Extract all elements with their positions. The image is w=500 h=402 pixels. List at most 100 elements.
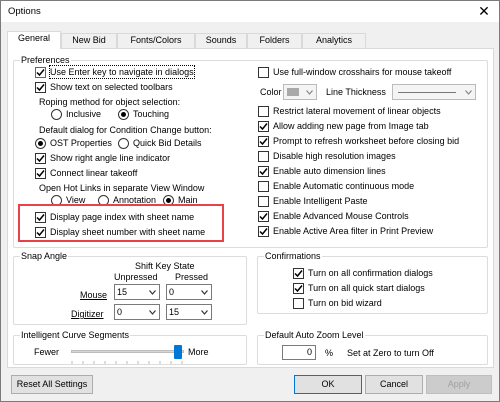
all-quick-start-checkbox[interactable] [293, 283, 304, 294]
display-sheet-number-label: Display sheet number with sheet name [50, 227, 206, 237]
bid-wizard-label: Turn on bid wizard [308, 298, 382, 308]
disable-high-res-label: Disable high resolution images [273, 151, 396, 161]
show-text-toolbars-checkbox[interactable] [35, 82, 46, 93]
allow-new-page-label: Allow adding new page from Image tab [273, 121, 429, 131]
roping-inclusive-radio[interactable] [51, 109, 62, 120]
tab-general[interactable]: General [7, 31, 61, 49]
general-panel: Preferences Use Enter key to navigate in… [7, 48, 494, 368]
restrict-lateral-checkbox[interactable] [258, 106, 269, 117]
auto-continuous-label: Enable Automatic continuous mode [273, 181, 415, 191]
cancel-label: Cancel [379, 379, 408, 389]
tab-analytics[interactable]: Analytics [302, 33, 366, 48]
connect-linear-label: Connect linear takeoff [50, 168, 138, 178]
slider-thumb[interactable] [174, 345, 182, 359]
roping-method-label: Roping method for object selection: [39, 97, 181, 107]
full-window-crosshairs-checkbox[interactable] [258, 67, 269, 78]
fewer-label: Fewer [34, 347, 60, 357]
bid-wizard-checkbox[interactable] [293, 298, 304, 309]
more-label: More [188, 347, 209, 357]
digitizer-pressed-select[interactable]: 15 [166, 304, 212, 320]
quick-bid-details-radio[interactable] [118, 138, 129, 149]
hot-links-label: Open Hot Links in separate View Window [39, 183, 205, 193]
display-page-index-label: Display page index with sheet name [50, 212, 195, 222]
chevron-down-icon [201, 310, 208, 315]
digitizer-label: Digitizer [71, 309, 104, 319]
tab-sounds[interactable]: Sounds [195, 33, 247, 48]
chevron-down-icon [201, 290, 208, 295]
cancel-button[interactable]: Cancel [365, 375, 423, 394]
display-page-index-checkbox[interactable] [35, 212, 46, 223]
allow-new-page-checkbox[interactable] [258, 121, 269, 132]
check-icon [36, 155, 45, 163]
ost-properties-label: OST Properties [50, 138, 112, 148]
prompt-refresh-checkbox[interactable] [258, 136, 269, 147]
title-bar: Options ✕ [1, 1, 499, 22]
mouse-unpressed-select[interactable]: 15 [114, 284, 160, 300]
check-icon [36, 84, 45, 92]
active-area-filter-checkbox[interactable] [258, 226, 269, 237]
reset-all-settings-button[interactable]: Reset All Settings [11, 375, 93, 394]
tab-new-bid[interactable]: New Bid [61, 33, 117, 48]
check-icon [36, 214, 45, 222]
prompt-refresh-label: Prompt to refresh worksheet before closi… [273, 136, 460, 146]
curve-slider[interactable] [71, 345, 184, 359]
condition-dialog-label: Default dialog for Condition Change butt… [39, 125, 212, 135]
ok-label: OK [321, 379, 335, 389]
slider-ticks [71, 361, 183, 364]
advanced-mouse-label: Enable Advanced Mouse Controls [273, 211, 409, 221]
advanced-mouse-checkbox[interactable] [258, 211, 269, 222]
line-thickness-dropdown[interactable] [392, 84, 476, 100]
tab-new-bid-label: New Bid [72, 35, 106, 45]
auto-zoom-label: Default Auto Zoom Level [264, 330, 365, 341]
mouse-pressed-select[interactable]: 0 [166, 284, 212, 300]
ost-properties-radio[interactable] [35, 138, 46, 149]
digitizer-pressed-value: 15 [169, 307, 180, 317]
full-window-crosshairs-label: Use full-window crosshairs for mouse tak… [273, 67, 452, 77]
close-button[interactable]: ✕ [469, 1, 499, 22]
show-right-angle-label: Show right angle line indicator [50, 153, 171, 163]
intelligent-paste-checkbox[interactable] [258, 196, 269, 207]
show-right-angle-checkbox[interactable] [35, 153, 46, 164]
tab-general-label: General [17, 33, 51, 43]
roping-inclusive-label: Inclusive [66, 109, 102, 119]
confirmations-label: Confirmations [264, 251, 322, 262]
digitizer-unpressed-value: 0 [117, 307, 123, 317]
zoom-level-value: 0 [306, 347, 312, 357]
snap-angle-label: Snap Angle [20, 251, 69, 262]
connect-linear-checkbox[interactable] [35, 168, 46, 179]
color-label: Color [260, 87, 282, 97]
zoom-hint: Set at Zero to turn Off [347, 348, 434, 358]
tab-folders[interactable]: Folders [247, 33, 302, 48]
tab-analytics-label: Analytics [315, 35, 352, 45]
check-icon [294, 270, 303, 278]
all-quick-start-label: Turn on all quick start dialogs [308, 283, 425, 293]
check-icon [259, 168, 268, 176]
active-area-filter-label: Enable Active Area filter in Print Previ… [273, 226, 434, 236]
digitizer-unpressed-select[interactable]: 0 [114, 304, 160, 320]
chevron-down-icon [149, 310, 156, 315]
intelligent-paste-label: Enable Intelligent Paste [273, 196, 368, 206]
all-confirmation-label: Turn on all confirmation dialogs [308, 268, 433, 278]
ok-button[interactable]: OK [294, 375, 362, 394]
zoom-unit: % [325, 348, 334, 358]
auto-continuous-checkbox[interactable] [258, 181, 269, 192]
tab-fonts-colors[interactable]: Fonts/Colors [117, 33, 195, 48]
roping-touching-radio[interactable] [118, 109, 129, 120]
apply-button[interactable]: Apply [426, 375, 492, 394]
quick-bid-details-label: Quick Bid Details [133, 138, 202, 148]
check-icon [259, 228, 268, 236]
pressed-label: Pressed [175, 272, 209, 282]
auto-dimension-checkbox[interactable] [258, 166, 269, 177]
use-enter-key-checkbox[interactable] [35, 67, 46, 78]
display-sheet-number-checkbox[interactable] [35, 227, 46, 238]
apply-label: Apply [447, 379, 471, 389]
color-dropdown[interactable] [283, 84, 317, 100]
chevron-down-icon [306, 90, 313, 95]
curve-segments-label: Intelligent Curve Segments [20, 330, 131, 341]
zoom-level-input[interactable]: 0 [282, 345, 316, 360]
all-confirmation-checkbox[interactable] [293, 268, 304, 279]
disable-high-res-checkbox[interactable] [258, 151, 269, 162]
use-enter-key-label: Use Enter key to navigate in dialogs [49, 65, 195, 79]
window-title: Options [8, 6, 41, 17]
tab-folders-label: Folders [259, 35, 290, 45]
